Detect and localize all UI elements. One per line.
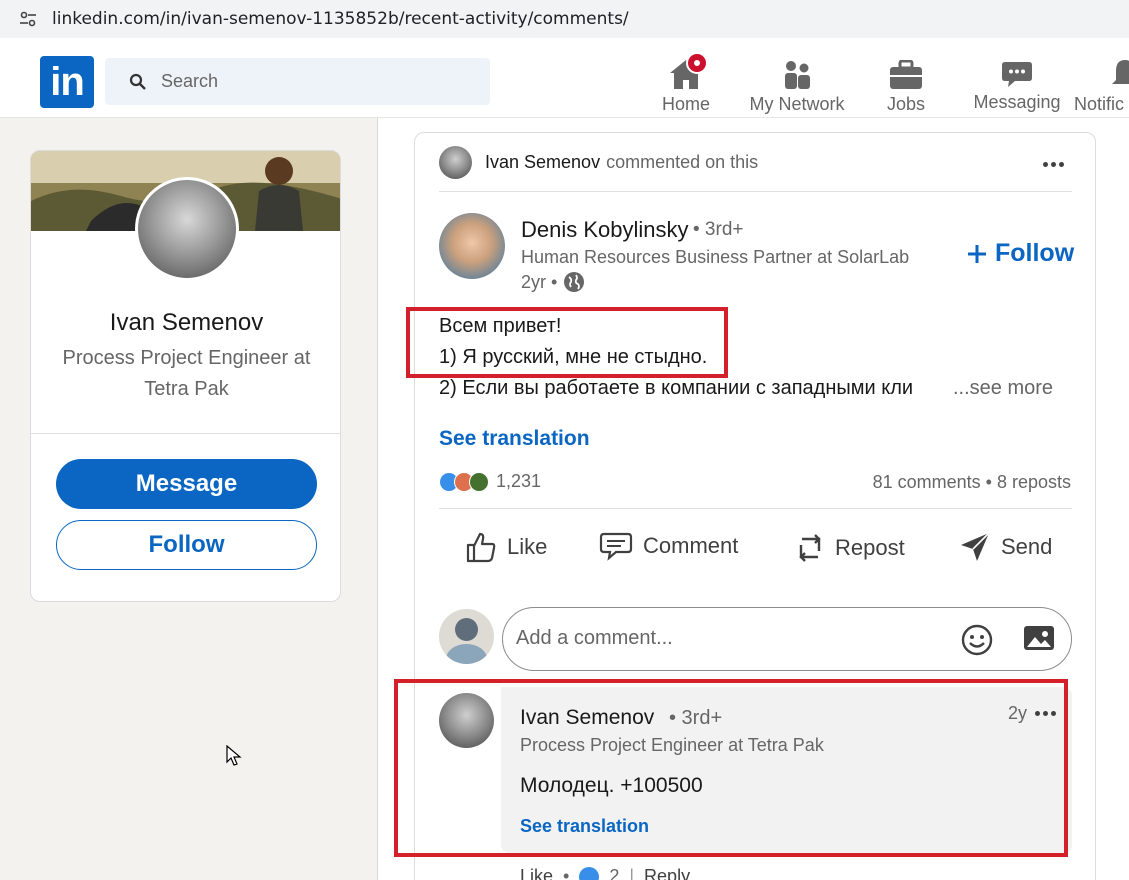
nav-jobs[interactable]: Jobs	[878, 52, 934, 115]
nav-my-network[interactable]: My Network	[746, 52, 848, 115]
message-button[interactable]: Message	[56, 459, 317, 509]
repost-label: Repost	[835, 535, 905, 560]
post-context: Ivan Semenov commented on this	[439, 145, 758, 179]
context-avatar[interactable]	[439, 145, 472, 179]
reactions-summary[interactable]: 1,231	[439, 471, 541, 492]
follow-author-label: Follow	[995, 239, 1075, 267]
divider	[439, 508, 1072, 509]
comment-input[interactable]: Add a comment...	[502, 607, 1072, 671]
nav-jobs-label: Jobs	[886, 94, 926, 114]
like-reaction-icon	[579, 866, 600, 880]
author-avatar[interactable]	[439, 213, 505, 279]
see-translation-link[interactable]: See translation	[439, 427, 590, 451]
comment-label: Comment	[643, 533, 739, 558]
send-icon	[961, 532, 990, 561]
repost-button[interactable]: Repost	[795, 531, 905, 565]
nav-notifications[interactable]: Notific	[1074, 52, 1129, 115]
comment-icon	[599, 532, 633, 561]
browser-url-bar: linkedin.com/in/ivan-semenov-1135852b/re…	[0, 0, 1129, 38]
nav-home-label: Home	[661, 94, 710, 114]
see-more-link[interactable]: ...see more	[953, 377, 1053, 400]
linkedin-logo[interactable]: in	[40, 56, 94, 108]
context-name[interactable]: Ivan Semenov	[485, 152, 600, 173]
thumbs-up-icon	[466, 532, 496, 563]
comment-button[interactable]: Comment	[599, 531, 738, 561]
post-time-text: 2yr •	[521, 271, 558, 292]
post-text-line: 2) Если вы работаете в компании с западн…	[439, 377, 914, 399]
url-text[interactable]: linkedin.com/in/ivan-semenov-1135852b/re…	[52, 9, 629, 29]
globe-icon	[564, 272, 585, 292]
profile-headline: Process Project Engineer at Tetra Pak	[62, 347, 311, 400]
comment-actions: Like • 2 | Reply	[520, 866, 690, 880]
repost-icon	[799, 534, 821, 562]
profile-card: Ivan Semenov Process Project Engineer at…	[30, 150, 341, 602]
send-button[interactable]: Send	[959, 531, 1052, 563]
author-name[interactable]: Denis Kobylinsky	[521, 217, 689, 243]
context-action: commented on this	[606, 151, 759, 172]
mouse-cursor-icon	[226, 745, 242, 766]
bell-icon	[1112, 60, 1129, 84]
comment-like-button[interactable]: Like	[520, 866, 553, 880]
more-options-icon[interactable]	[1043, 162, 1064, 167]
site-settings-icon[interactable]	[18, 9, 38, 29]
support-reaction-icon	[469, 471, 489, 492]
nav-home[interactable]: Home	[656, 52, 716, 115]
profile-avatar[interactable]	[135, 177, 239, 281]
comment-reply-button[interactable]: Reply	[644, 866, 690, 880]
chat-icon	[1002, 62, 1032, 87]
nav-my-network-label: My Network	[749, 94, 845, 114]
like-label: Like	[507, 534, 548, 559]
reactions-count: 1,231	[496, 471, 542, 491]
search-bar[interactable]: Search	[105, 58, 490, 105]
send-label: Send	[1001, 534, 1053, 559]
comment-input-placeholder: Add a comment...	[516, 627, 673, 649]
divider	[439, 191, 1072, 192]
top-nav: in Search Home My Network Jobs Messaging…	[0, 46, 1129, 118]
profile-name[interactable]: Ivan Semenov	[31, 309, 340, 337]
divider	[31, 433, 340, 434]
author-degree: • 3rd+	[693, 219, 744, 240]
follow-author-button[interactable]: Follow	[967, 239, 1074, 268]
nav-messaging[interactable]: Messaging	[972, 52, 1062, 113]
follow-button[interactable]: Follow	[56, 520, 317, 570]
image-icon[interactable]	[1023, 624, 1055, 652]
author-headline: Human Resources Business Partner at Sola…	[521, 247, 910, 267]
post-time: 2yr •	[521, 271, 585, 293]
like-button[interactable]: Like	[465, 531, 547, 563]
comment-like-count: 2	[609, 866, 620, 880]
notification-badge	[686, 52, 708, 74]
my-avatar	[439, 609, 494, 664]
highlight-box	[406, 307, 728, 378]
search-icon	[129, 73, 146, 90]
nav-messaging-label: Messaging	[973, 92, 1061, 112]
briefcase-icon	[890, 60, 922, 89]
emoji-icon[interactable]	[961, 624, 993, 656]
post-stats[interactable]: 81 comments • 8 reposts	[873, 472, 1071, 493]
highlight-box	[394, 679, 1068, 857]
search-input[interactable]: Search	[161, 71, 218, 92]
plus-icon	[968, 244, 986, 263]
nav-notifications-label: Notific	[1074, 94, 1125, 114]
network-icon	[785, 61, 810, 89]
